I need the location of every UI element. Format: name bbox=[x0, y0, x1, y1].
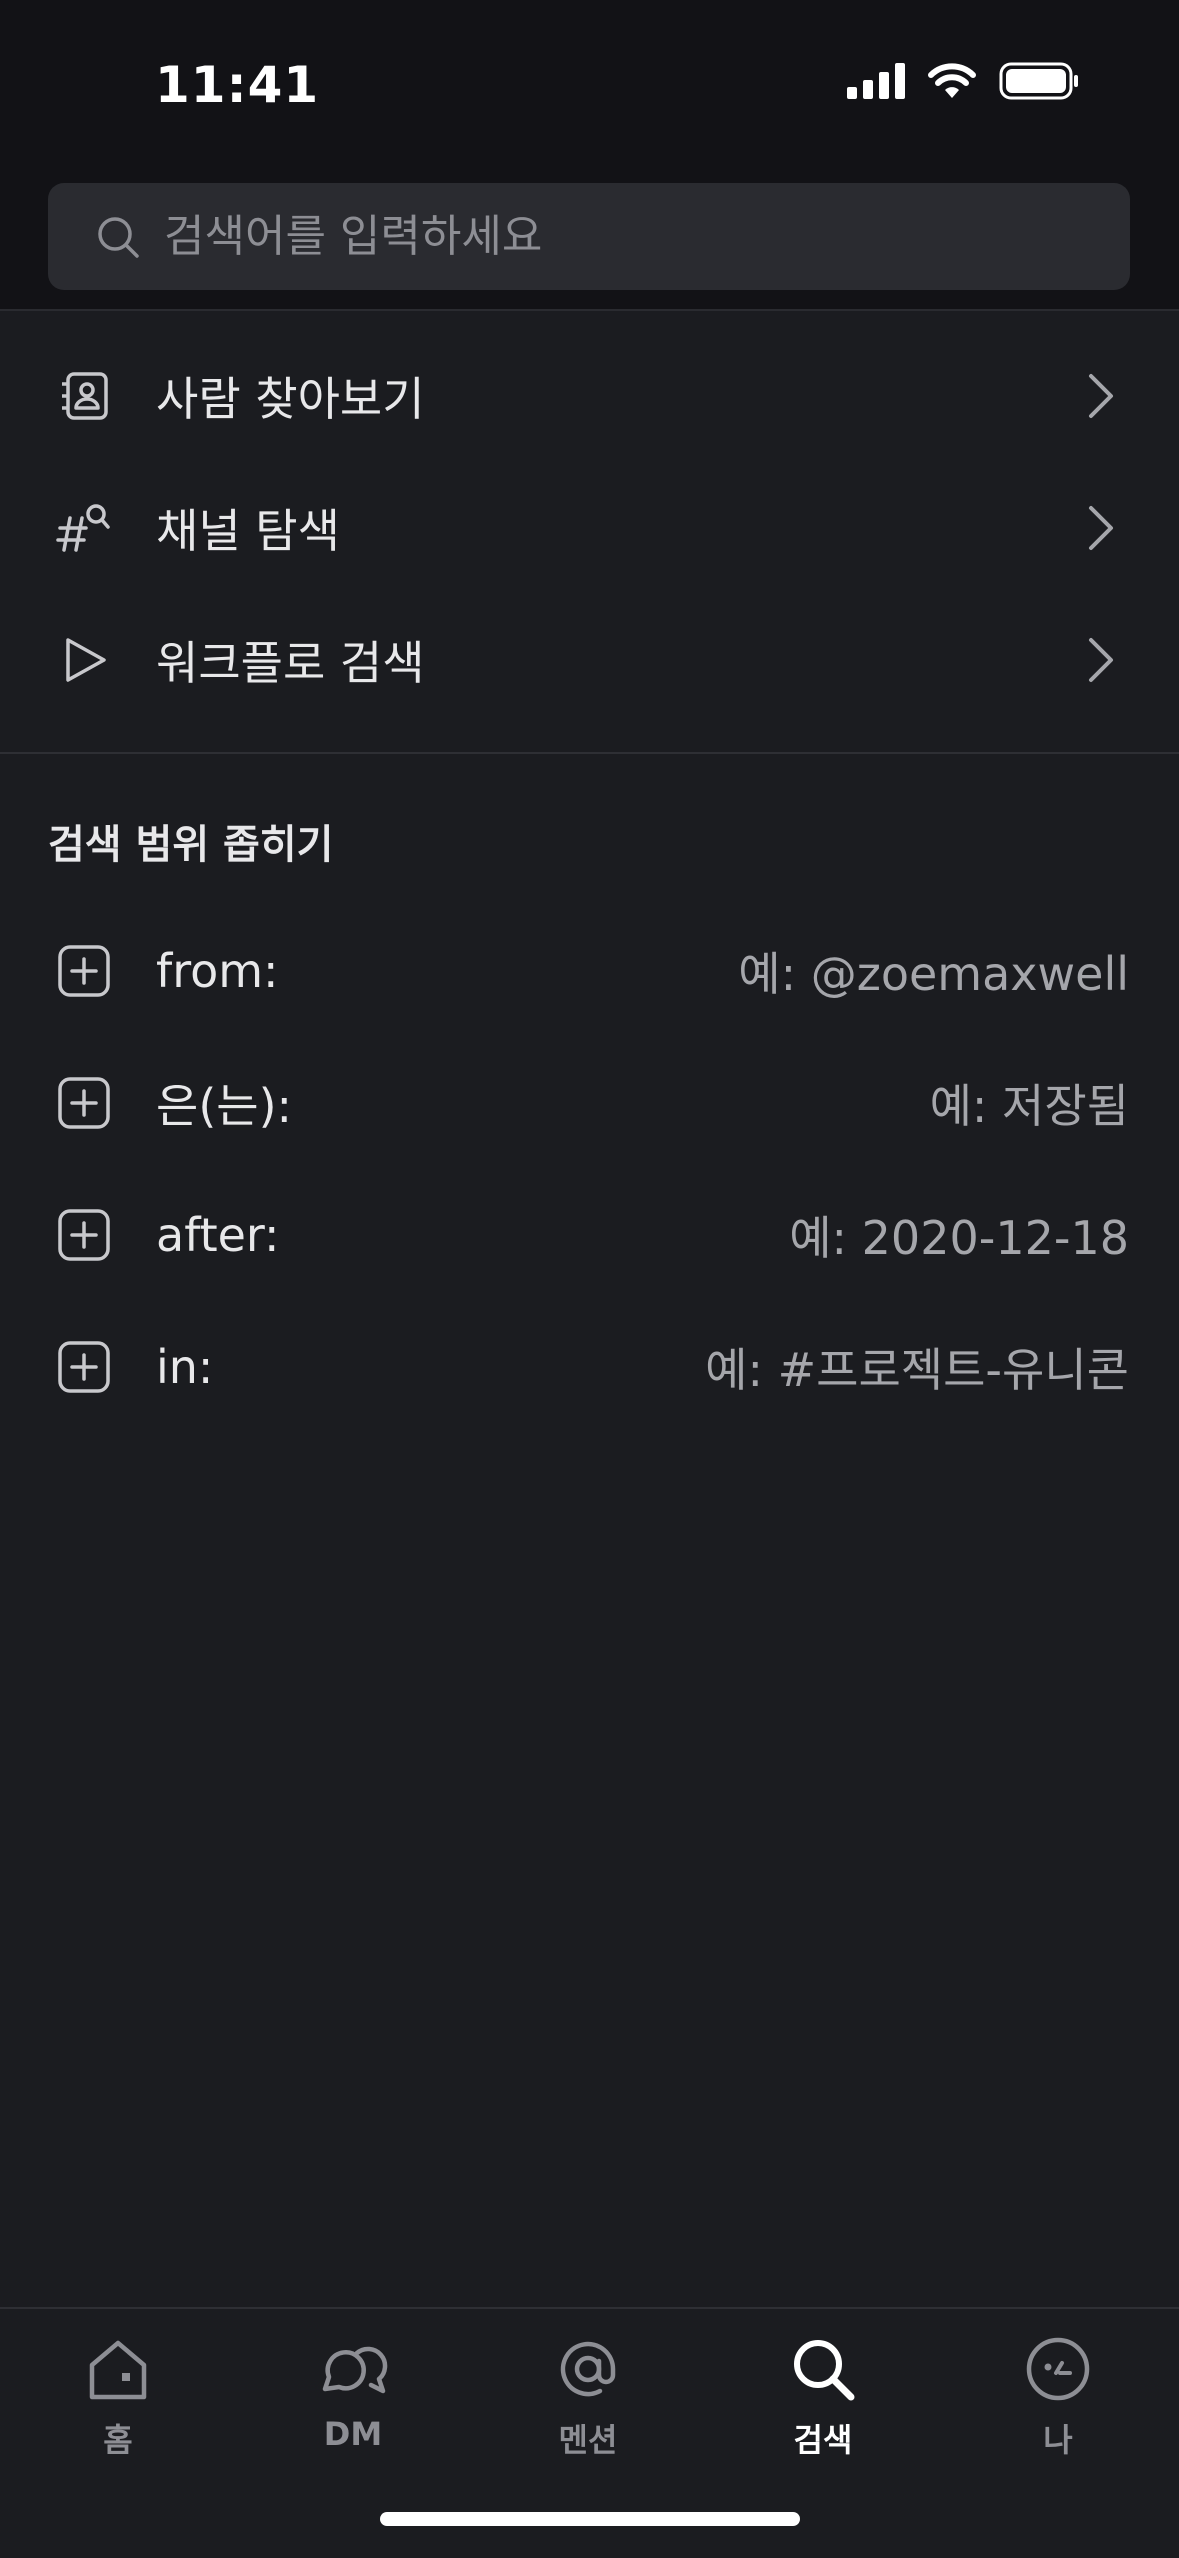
filter-example: 예: 2020-12-18 bbox=[789, 1211, 1129, 1265]
tab-you-label: 나 bbox=[1043, 2421, 1073, 2459]
narrow-section-title: 검색 범위 좁히기 bbox=[48, 822, 334, 868]
cellular-signal-icon bbox=[847, 63, 905, 103]
channel-search-icon bbox=[54, 498, 114, 558]
contacts-icon bbox=[54, 366, 114, 426]
add-filter-icon bbox=[54, 1073, 114, 1133]
status-time: 11:41 bbox=[155, 56, 320, 114]
chevron-right-icon bbox=[1081, 635, 1121, 685]
browse-list: 사람 찾아보기 채널 탐색 워크플로 검색 bbox=[0, 330, 1179, 726]
profile-icon bbox=[1018, 2329, 1098, 2409]
home-indicator[interactable] bbox=[380, 2512, 800, 2526]
search-workflows-row[interactable]: 워크플로 검색 bbox=[0, 594, 1179, 726]
filter-example: 예: @zoemaxwell bbox=[738, 947, 1129, 1001]
at-icon bbox=[548, 2329, 628, 2409]
tab-you[interactable]: 나 bbox=[978, 2329, 1138, 2461]
filter-from-row[interactable]: from: 예: @zoemaxwell bbox=[0, 905, 1179, 1037]
tab-home-label: 홈 bbox=[103, 2421, 133, 2459]
filter-after-row[interactable]: after: 예: 2020-12-18 bbox=[0, 1169, 1179, 1301]
filter-key: after: bbox=[156, 1208, 280, 1262]
chevron-right-icon bbox=[1081, 503, 1121, 553]
tab-home[interactable]: 홈 bbox=[38, 2329, 198, 2461]
header: 11:41 bbox=[0, 0, 1179, 311]
browse-channels-label: 채널 탐색 bbox=[156, 504, 340, 558]
tab-dm[interactable]: DM bbox=[273, 2329, 433, 2453]
add-filter-icon bbox=[54, 941, 114, 1001]
filter-list: from: 예: @zoemaxwell 은(는): 예: 저장됨 after:… bbox=[0, 905, 1179, 1433]
search-icon bbox=[96, 215, 140, 259]
filter-example: 예: 저장됨 bbox=[929, 1079, 1129, 1133]
search-icon bbox=[783, 2329, 863, 2409]
search-bar[interactable] bbox=[48, 182, 1130, 291]
chevron-right-icon bbox=[1081, 371, 1121, 421]
filter-key: in: bbox=[156, 1340, 214, 1394]
home-icon bbox=[78, 2329, 158, 2409]
browse-people-row[interactable]: 사람 찾아보기 bbox=[0, 330, 1179, 462]
section-divider bbox=[0, 752, 1179, 754]
filter-example: 예: #프로젝트-유니콘 bbox=[705, 1343, 1129, 1397]
status-icons bbox=[847, 62, 1079, 104]
tab-dm-label: DM bbox=[323, 2415, 383, 2453]
add-filter-icon bbox=[54, 1205, 114, 1265]
browse-channels-row[interactable]: 채널 탐색 bbox=[0, 462, 1179, 594]
search-input[interactable] bbox=[162, 182, 1130, 291]
filter-key: 은(는): bbox=[156, 1079, 293, 1133]
browse-people-label: 사람 찾아보기 bbox=[156, 372, 425, 426]
filter-in-row[interactable]: in: 예: #프로젝트-유니콘 bbox=[0, 1301, 1179, 1433]
add-filter-icon bbox=[54, 1337, 114, 1397]
battery-icon bbox=[999, 62, 1079, 104]
dm-icon bbox=[313, 2329, 393, 2409]
tab-search[interactable]: 검색 bbox=[743, 2329, 903, 2461]
search-workflows-label: 워크플로 검색 bbox=[156, 636, 425, 690]
search-screen: 11:41 검색어를 입력하세요 사람 찾아보기 채널 탐색 워크플로 검색 검… bbox=[0, 0, 1179, 2558]
tab-mentions-label: 멘션 bbox=[558, 2421, 618, 2459]
filter-key: from: bbox=[156, 944, 279, 998]
play-icon bbox=[54, 630, 114, 690]
tab-search-label: 검색 bbox=[793, 2421, 853, 2459]
tab-mentions[interactable]: 멘션 bbox=[508, 2329, 668, 2461]
filter-is-row[interactable]: 은(는): 예: 저장됨 bbox=[0, 1037, 1179, 1169]
wifi-icon bbox=[927, 62, 977, 104]
